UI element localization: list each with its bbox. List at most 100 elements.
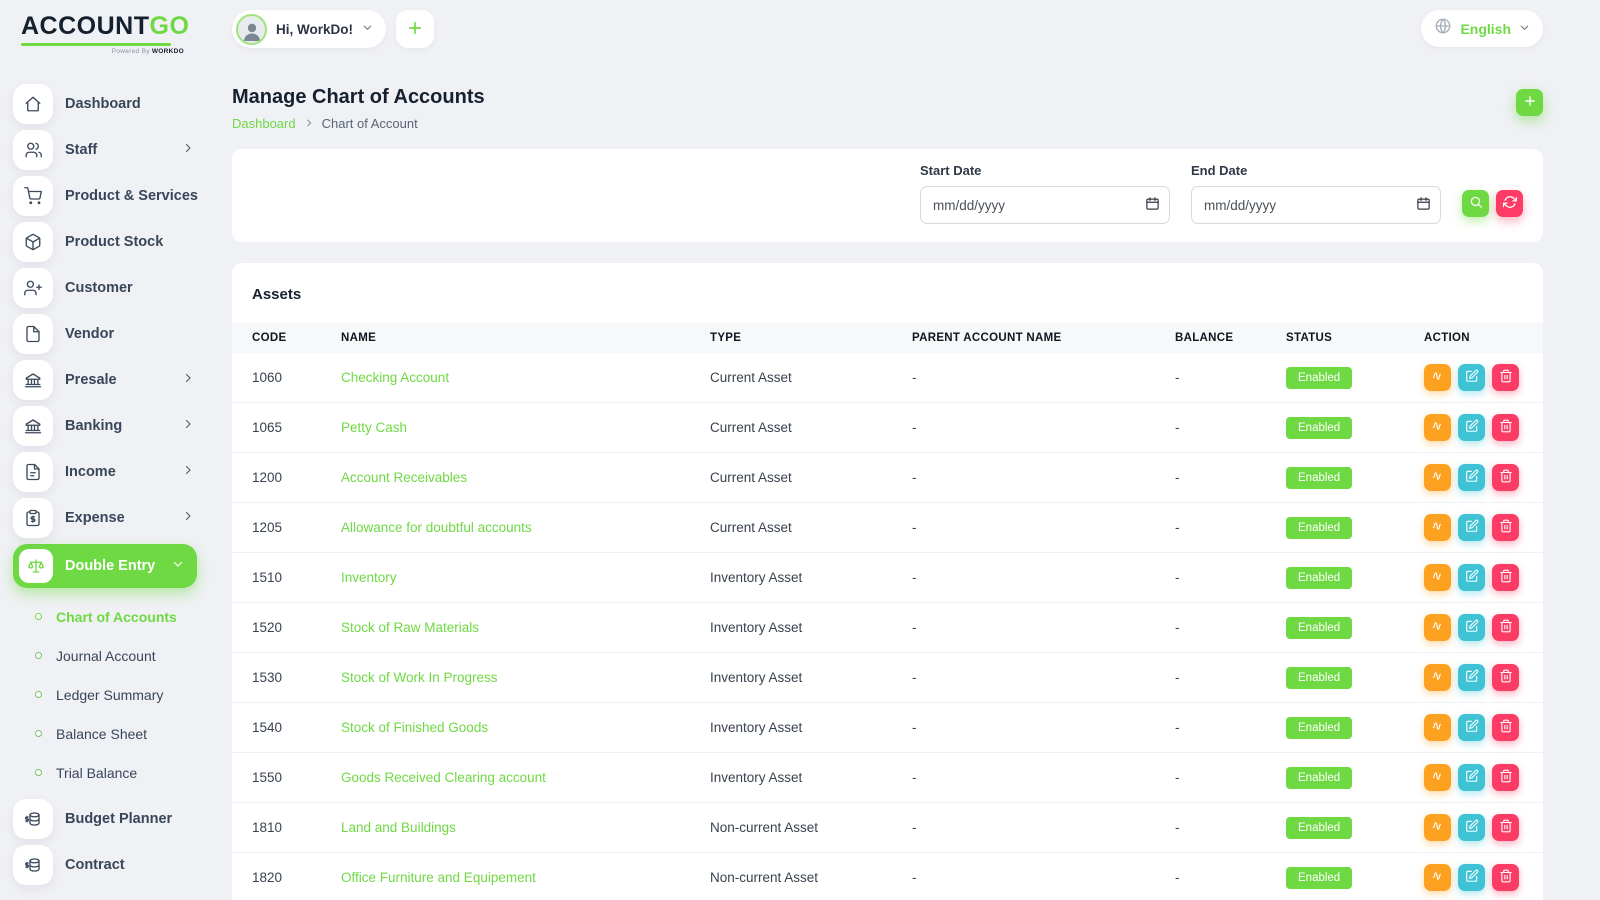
breadcrumb-dashboard-link[interactable]: Dashboard (232, 116, 296, 131)
delete-button[interactable] (1492, 364, 1519, 391)
edit-button[interactable] (1458, 514, 1485, 541)
trash-icon (1499, 819, 1513, 836)
account-balance: - (1175, 803, 1286, 853)
delete-button[interactable] (1492, 714, 1519, 741)
delete-button[interactable] (1492, 864, 1519, 891)
edit-button[interactable] (1458, 764, 1485, 791)
home-icon (13, 84, 53, 124)
col-parent: PARENT ACCOUNT NAME (912, 323, 1175, 353)
status-badge: Enabled (1286, 467, 1352, 489)
table-row: 1810 Land and Buildings Non-current Asse… (232, 803, 1543, 853)
account-name-link[interactable]: Office Furniture and Equipement (341, 870, 536, 885)
sidebar-item-dashboard[interactable]: Dashboard (13, 81, 212, 127)
account-name-link[interactable]: Allowance for doubtful accounts (341, 520, 532, 535)
transactions-button[interactable] (1424, 364, 1451, 391)
edit-button[interactable] (1458, 664, 1485, 691)
file-text-icon (13, 452, 53, 492)
table-row: 1820 Office Furniture and Equipement Non… (232, 853, 1543, 900)
chevron-right-icon (182, 371, 194, 389)
trash-icon (1499, 719, 1513, 736)
delete-button[interactable] (1492, 814, 1519, 841)
account-name-link[interactable]: Stock of Finished Goods (341, 720, 488, 735)
sidebar-item-expense[interactable]: Expense (13, 495, 212, 541)
sidebar-item-banking[interactable]: Banking (13, 403, 212, 449)
quick-add-button[interactable] (396, 10, 434, 48)
user-menu[interactable]: Hi, WorkDo! (232, 10, 386, 48)
account-name-link[interactable]: Inventory (341, 570, 397, 585)
transactions-button[interactable] (1424, 414, 1451, 441)
language-label: English (1460, 21, 1511, 37)
edit-icon (1465, 819, 1479, 836)
transactions-button[interactable] (1424, 714, 1451, 741)
account-type: Current Asset (710, 403, 912, 453)
start-date-input[interactable] (920, 186, 1170, 224)
delete-button[interactable] (1492, 764, 1519, 791)
user-greeting: Hi, WorkDo! (276, 22, 353, 37)
activity-wave-icon (1431, 469, 1445, 486)
account-name-link[interactable]: Stock of Raw Materials (341, 620, 479, 635)
apply-filter-button[interactable] (1462, 190, 1489, 217)
submenu-chart-of-accounts[interactable]: Chart of Accounts (13, 597, 212, 636)
sidebar-item-income[interactable]: Income (13, 449, 212, 495)
user-plus-icon (13, 268, 53, 308)
delete-button[interactable] (1492, 514, 1519, 541)
trash-icon (1499, 369, 1513, 386)
account-name-link[interactable]: Goods Received Clearing account (341, 770, 546, 785)
activity-wave-icon (1431, 819, 1445, 836)
reset-filter-button[interactable] (1496, 190, 1523, 217)
create-account-button[interactable] (1516, 89, 1543, 116)
sidebar-item-double-entry[interactable]: Double Entry (13, 544, 197, 588)
edit-button[interactable] (1458, 364, 1485, 391)
account-name-link[interactable]: Stock of Work In Progress (341, 670, 498, 685)
edit-icon (1465, 369, 1479, 386)
sidebar-item-product-stock[interactable]: Product Stock (13, 219, 212, 265)
submenu-ledger-summary[interactable]: Ledger Summary (13, 675, 212, 714)
transactions-button[interactable] (1424, 464, 1451, 491)
edit-button[interactable] (1458, 564, 1485, 591)
transactions-button[interactable] (1424, 514, 1451, 541)
transactions-button[interactable] (1424, 564, 1451, 591)
delete-button[interactable] (1492, 564, 1519, 591)
app-logo[interactable]: ACCOUNTGO Powered By WORKDO (13, 14, 212, 55)
activity-wave-icon (1431, 569, 1445, 586)
transactions-button[interactable] (1424, 764, 1451, 791)
sidebar-item-contract[interactable]: Contract (13, 842, 212, 888)
edit-icon (1465, 669, 1479, 686)
edit-button[interactable] (1458, 414, 1485, 441)
account-name-link[interactable]: Petty Cash (341, 420, 407, 435)
box-icon (13, 222, 53, 262)
submenu-trial-balance[interactable]: Trial Balance (13, 753, 212, 792)
edit-button[interactable] (1458, 614, 1485, 641)
account-name-link[interactable]: Land and Buildings (341, 820, 456, 835)
account-code: 1810 (232, 803, 341, 853)
account-code: 1205 (232, 503, 341, 553)
account-name-link[interactable]: Checking Account (341, 370, 449, 385)
sidebar-item-customer[interactable]: Customer (13, 265, 212, 311)
delete-button[interactable] (1492, 664, 1519, 691)
delete-button[interactable] (1492, 464, 1519, 491)
submenu-journal-account[interactable]: Journal Account (13, 636, 212, 675)
submenu-balance-sheet[interactable]: Balance Sheet (13, 714, 212, 753)
transactions-button[interactable] (1424, 664, 1451, 691)
language-selector[interactable]: English (1421, 10, 1543, 47)
table-row: 1205 Allowance for doubtful accounts Cur… (232, 503, 1543, 553)
delete-button[interactable] (1492, 614, 1519, 641)
account-name-link[interactable]: Account Receivables (341, 470, 467, 485)
sidebar-item-budget-planner[interactable]: Budget Planner (13, 796, 212, 842)
delete-button[interactable] (1492, 414, 1519, 441)
transactions-button[interactable] (1424, 864, 1451, 891)
edit-button[interactable] (1458, 814, 1485, 841)
end-date-input[interactable] (1191, 186, 1441, 224)
sidebar-item-product-services[interactable]: Product & Services (13, 173, 212, 219)
edit-button[interactable] (1458, 714, 1485, 741)
status-badge: Enabled (1286, 817, 1352, 839)
sidebar-item-staff[interactable]: Staff (13, 127, 212, 173)
account-balance: - (1175, 503, 1286, 553)
account-parent: - (912, 353, 1175, 403)
edit-button[interactable] (1458, 464, 1485, 491)
edit-button[interactable] (1458, 864, 1485, 891)
sidebar-item-presale[interactable]: Presale (13, 357, 212, 403)
transactions-button[interactable] (1424, 614, 1451, 641)
transactions-button[interactable] (1424, 814, 1451, 841)
sidebar-item-vendor[interactable]: Vendor (13, 311, 212, 357)
